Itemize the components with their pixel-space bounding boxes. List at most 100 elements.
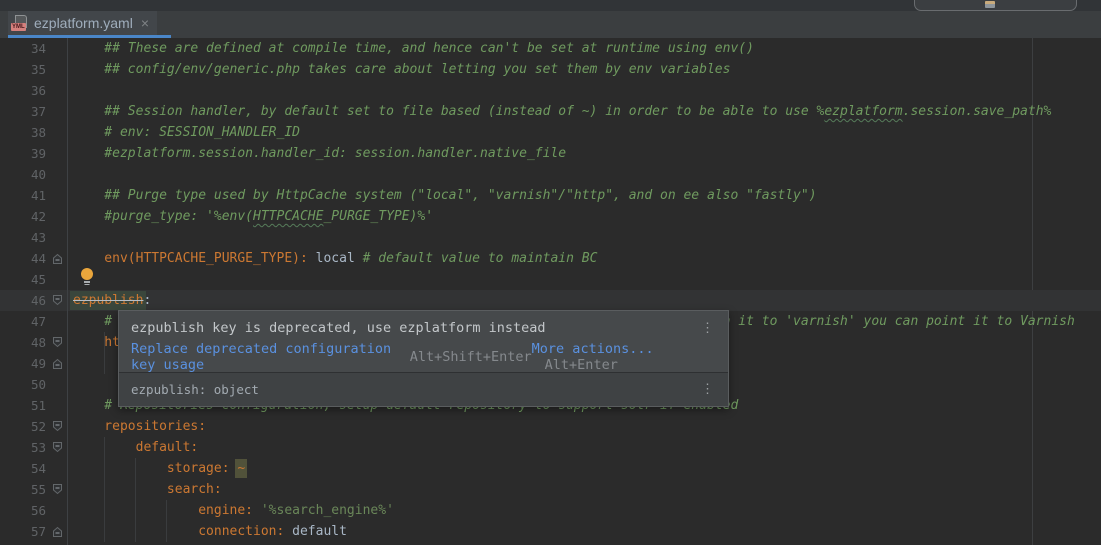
fold-marker-slot [50, 206, 67, 227]
fold-marker-slot [50, 311, 67, 332]
gutter: 34 [0, 38, 68, 59]
gutter: 42 [0, 206, 68, 227]
code-line[interactable]: 38 # env: SESSION_HANDLER_ID [0, 122, 1101, 143]
code-line[interactable]: 56 engine: '%search_engine%' [0, 500, 1101, 521]
deprecated-key[interactable]: ezpublish [70, 291, 146, 310]
code-line[interactable]: 53 default: [0, 437, 1101, 458]
code-lines: 34 ## These are defined at compile time,… [0, 38, 1101, 545]
code-text: storage: ~ [68, 458, 245, 479]
code-text: ## These are defined at compile time, an… [68, 38, 754, 59]
code-text: engine: '%search_engine%' [68, 500, 394, 521]
code-line[interactable]: 44 env(HTTPCACHE_PURGE_TYPE): local # de… [0, 248, 1101, 269]
fold-marker-icon[interactable] [50, 353, 67, 374]
code-text: repositories: [68, 416, 206, 437]
code-text [68, 353, 73, 374]
code-text [68, 227, 73, 248]
popup-doc-row: ezpublish: object ⋮ [119, 372, 728, 406]
gutter: 38 [0, 122, 68, 143]
line-number: 48 [0, 332, 50, 353]
yml-badge: YML [11, 23, 26, 31]
code-line[interactable]: 35 ## config/env/generic.php takes care … [0, 59, 1101, 80]
code-line[interactable]: 40 [0, 164, 1101, 185]
line-number: 40 [0, 164, 50, 185]
line-number: 35 [0, 59, 50, 80]
code-text [68, 374, 73, 395]
code-line[interactable]: 57 connection: default [0, 521, 1101, 542]
code-line[interactable]: 34 ## These are defined at compile time,… [0, 38, 1101, 59]
tab-close-icon[interactable]: × [141, 16, 149, 30]
fold-marker-icon[interactable] [50, 437, 67, 458]
line-number: 43 [0, 227, 50, 248]
fold-marker-icon[interactable] [50, 248, 67, 269]
intention-popup: ezpublish key is deprecated, use ezplatf… [118, 310, 729, 407]
code-text: default: [68, 437, 198, 458]
line-number: 47 [0, 311, 50, 332]
fold-marker-slot [50, 59, 67, 80]
fold-marker-slot [50, 38, 67, 59]
tab-ezplatform-yaml[interactable]: YML ezplatform.yaml × [8, 11, 157, 35]
code-text: search: [68, 479, 222, 500]
line-number: 52 [0, 416, 50, 437]
gutter: 44 [0, 248, 68, 269]
floating-toolbar[interactable] [914, 0, 1077, 11]
code-line[interactable]: 43 [0, 227, 1101, 248]
yaml-file-icon: YML [11, 15, 28, 31]
fold-marker-slot [50, 458, 67, 479]
code-text: # env: SESSION_HANDLER_ID [68, 122, 300, 143]
code-text [68, 80, 73, 101]
code-line[interactable]: 54 storage: ~ [0, 458, 1101, 479]
code-text: connection: default [68, 521, 347, 542]
intention-lightbulb-icon[interactable] [81, 268, 94, 286]
gutter: 36 [0, 80, 68, 101]
gutter: 54 [0, 458, 68, 479]
line-number: 51 [0, 395, 50, 416]
code-text: ## Purge type used by HttpCache system (… [68, 185, 817, 206]
kebab-menu-icon[interactable]: ⋮ [699, 321, 716, 336]
line-number: 41 [0, 185, 50, 206]
fold-marker-slot [50, 500, 67, 521]
code-line[interactable]: 39 #ezplatform.session.handler_id: sessi… [0, 143, 1101, 164]
replace-action-link[interactable]: Replace deprecated configuration key usa… [131, 341, 397, 373]
gutter: 56 [0, 500, 68, 521]
code-line[interactable]: 46ezpublish: [0, 290, 1101, 311]
gutter: 37 [0, 101, 68, 122]
code-text: #ezplatform.session.handler_id: session.… [68, 143, 566, 164]
code-line[interactable]: 55 search: [0, 479, 1101, 500]
more-actions-shortcut: Alt+Enter [545, 357, 618, 373]
toolbar-icon [985, 1, 995, 8]
line-number: 53 [0, 437, 50, 458]
code-text [68, 164, 73, 185]
line-number: 38 [0, 122, 50, 143]
fold-marker-slot [50, 164, 67, 185]
fold-marker-icon[interactable] [50, 521, 67, 542]
popup-title-row: ezpublish key is deprecated, use ezplatf… [119, 311, 728, 342]
more-actions-group: More actions... Alt+Enter [532, 341, 716, 373]
line-number: 56 [0, 500, 50, 521]
line-number: 45 [0, 269, 50, 290]
gutter: 47 [0, 311, 68, 332]
code-line[interactable]: 36 [0, 80, 1101, 101]
fold-marker-icon[interactable] [50, 332, 67, 353]
code-line[interactable]: 42 #purge_type: '%env(HTTPCACHE_PURGE_TY… [0, 206, 1101, 227]
replace-action-shortcut: Alt+Shift+Enter [410, 349, 532, 365]
fold-marker-icon[interactable] [50, 479, 67, 500]
gutter: 41 [0, 185, 68, 206]
fold-marker-slot [50, 101, 67, 122]
code-line[interactable]: 52 repositories: [0, 416, 1101, 437]
editor[interactable]: 34 ## These are defined at compile time,… [0, 38, 1101, 545]
fold-marker-icon[interactable] [50, 290, 67, 311]
kebab-menu-icon[interactable]: ⋮ [699, 382, 716, 397]
code-line[interactable]: 37 ## Session handler, by default set to… [0, 101, 1101, 122]
code-text: #purge_type: '%env(HTTPCACHE_PURGE_TYPE)… [68, 206, 433, 227]
line-number: 36 [0, 80, 50, 101]
gutter: 45 [0, 269, 68, 290]
editor-tab-bar: YML ezplatform.yaml × [0, 11, 1101, 38]
code-line[interactable]: 45 [0, 269, 1101, 290]
fold-marker-icon[interactable] [50, 416, 67, 437]
gutter: 53 [0, 437, 68, 458]
more-actions-link[interactable]: More actions... [532, 341, 654, 357]
code-line[interactable]: 41 ## Purge type used by HttpCache syste… [0, 185, 1101, 206]
fold-marker-slot [50, 80, 67, 101]
ide-window: YML ezplatform.yaml × 34 ## These are de… [0, 0, 1101, 545]
line-number: 46 [0, 290, 50, 311]
